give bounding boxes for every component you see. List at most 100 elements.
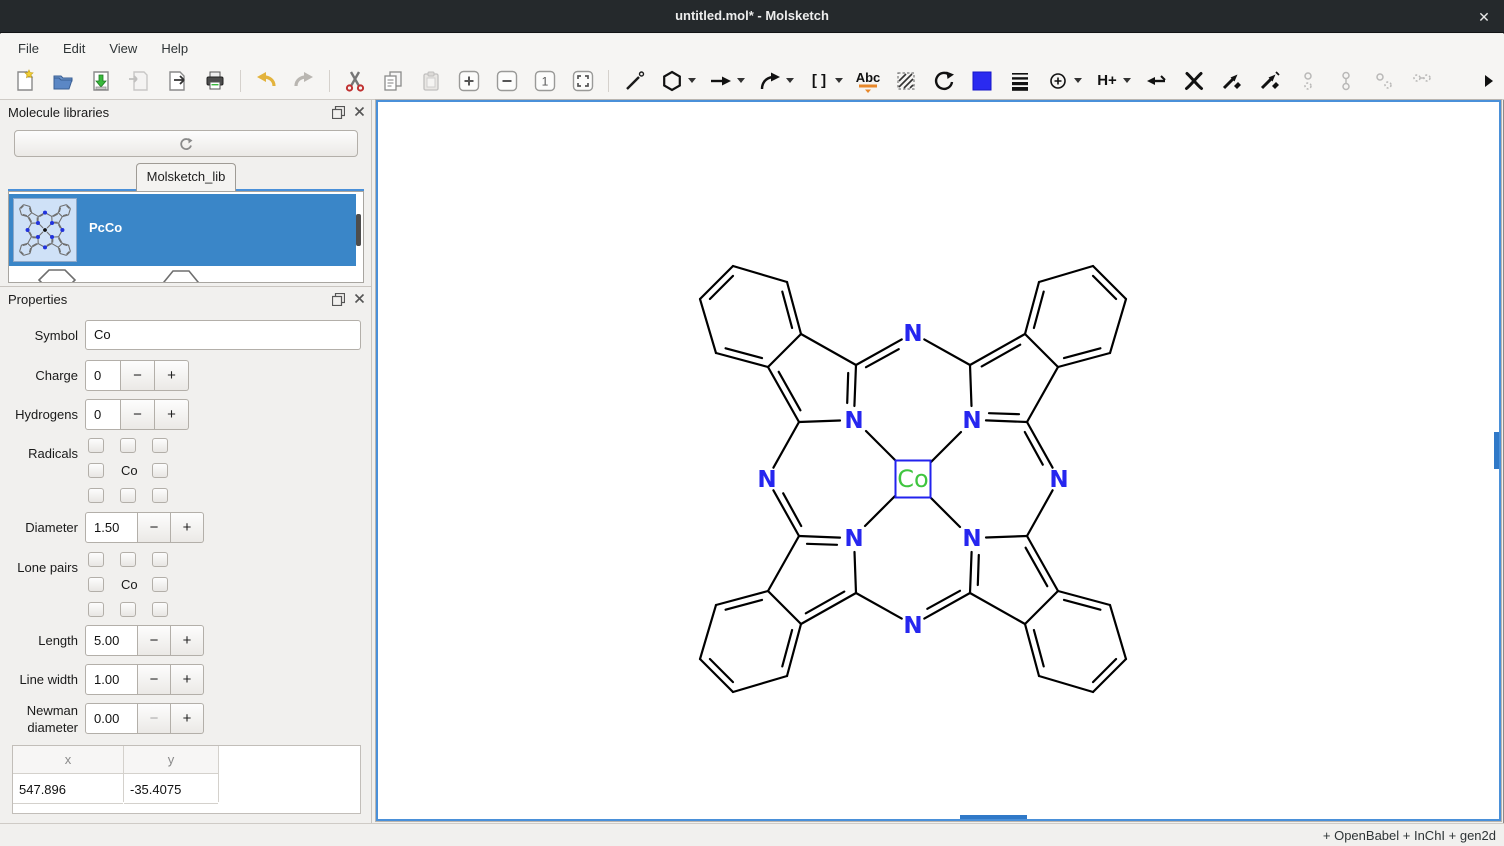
draw-bond-icon[interactable] [621, 68, 647, 94]
mechanism-arrow-combo[interactable] [757, 68, 794, 94]
cut-icon[interactable] [342, 68, 368, 94]
diameter-value[interactable]: 1.50 [85, 512, 138, 543]
close-panel-icon[interactable] [354, 106, 368, 120]
radical-checkbox[interactable] [152, 438, 168, 453]
hydrogen-icon[interactable]: H+ [1094, 68, 1120, 94]
newman-increment-button[interactable]: + [171, 703, 204, 734]
lone-pair-checkbox[interactable] [88, 552, 104, 567]
copy-icon[interactable] [380, 68, 406, 94]
hydrogens-decrement-button[interactable]: − [121, 399, 155, 430]
line-width-value[interactable]: 1.00 [85, 664, 138, 695]
align-tool-3-icon[interactable] [1371, 68, 1397, 94]
charge-combo[interactable] [1045, 68, 1082, 94]
delete-icon[interactable] [1181, 68, 1207, 94]
arrow-icon[interactable] [708, 68, 734, 94]
ring-icon[interactable] [659, 68, 685, 94]
refresh-libraries-button[interactable] [14, 130, 358, 157]
menu-help[interactable]: Help [151, 37, 198, 60]
coordinates-table[interactable]: x y 547.896 -35.4075 [12, 745, 361, 814]
nitrogen-atom-label[interactable]: N [962, 526, 981, 552]
nitrogen-atom-label[interactable]: N [1049, 467, 1068, 493]
nitrogen-atom-label[interactable]: N [844, 408, 863, 434]
export-icon[interactable] [164, 68, 190, 94]
charge-value[interactable]: 0 [85, 360, 121, 391]
diameter-increment-button[interactable]: + [171, 512, 204, 543]
radical-checkbox[interactable] [88, 438, 104, 453]
chevron-down-icon[interactable] [1074, 78, 1082, 83]
canvas-vertical-scrollbar[interactable] [1494, 432, 1499, 469]
draw-arrow-combo[interactable] [708, 68, 745, 94]
hydrogens-increment-button[interactable]: + [155, 399, 189, 430]
rotate-icon[interactable] [931, 68, 957, 94]
radical-checkbox[interactable] [152, 488, 168, 503]
charge-decrement-button[interactable]: − [121, 360, 155, 391]
lone-pair-checkbox[interactable] [88, 577, 104, 592]
zoom-in-icon[interactable] [456, 68, 482, 94]
hydrogen-combo[interactable]: H+ [1094, 68, 1131, 94]
drawing-canvas[interactable]: Co N N N N N N N N [376, 100, 1501, 821]
lone-pair-checkbox[interactable] [152, 552, 168, 567]
canvas-horizontal-scrollbar[interactable] [960, 815, 1027, 819]
bracket-combo[interactable]: [ ] [806, 68, 843, 94]
line-width-decrement-button[interactable]: − [138, 664, 171, 695]
print-icon[interactable] [202, 68, 228, 94]
coordinate-y-cell[interactable]: -35.4075 [124, 773, 218, 804]
charge-increment-button[interactable]: + [155, 360, 189, 391]
chevron-down-icon[interactable] [1123, 78, 1131, 83]
newman-decrement-button[interactable]: − [138, 703, 171, 734]
save-icon[interactable] [88, 68, 114, 94]
curved-arrow-icon[interactable] [757, 68, 783, 94]
bracket-icon[interactable]: [ ] [806, 68, 832, 94]
nitrogen-atom-label[interactable]: N [844, 526, 863, 552]
undo-icon[interactable] [253, 68, 279, 94]
draw-ring-combo[interactable] [659, 68, 696, 94]
float-panel-icon[interactable] [332, 106, 346, 120]
float-panel-icon[interactable] [332, 293, 346, 307]
selection-icon[interactable] [893, 68, 919, 94]
zoom-out-icon[interactable] [494, 68, 520, 94]
menu-file[interactable]: File [8, 37, 49, 60]
coordinate-x-cell[interactable]: 547.896 [13, 773, 123, 804]
color-picker-icon[interactable] [969, 68, 995, 94]
align-tool-1-icon[interactable] [1295, 68, 1321, 94]
text-tool-icon[interactable]: Abc [855, 68, 881, 94]
zoom-original-icon[interactable]: 1 [532, 68, 558, 94]
lone-pair-checkbox[interactable] [120, 602, 136, 617]
line-width-increment-button[interactable]: + [171, 664, 204, 695]
radical-checkbox[interactable] [88, 463, 104, 478]
close-icon[interactable]: ✕ [1474, 7, 1494, 27]
chevron-down-icon[interactable] [786, 78, 794, 83]
new-document-icon[interactable] [12, 68, 38, 94]
list-item-next-partial[interactable] [9, 266, 356, 283]
length-value[interactable]: 5.00 [85, 625, 138, 656]
newman-diameter-value[interactable]: 0.00 [85, 703, 138, 734]
redo-icon[interactable] [291, 68, 317, 94]
hydrogens-value[interactable]: 0 [85, 399, 121, 430]
list-item-pcco[interactable]: PcCo [9, 194, 356, 266]
nitrogen-atom-label[interactable]: N [903, 321, 922, 347]
menu-edit[interactable]: Edit [53, 37, 95, 60]
chevron-down-icon[interactable] [688, 78, 696, 83]
length-decrement-button[interactable]: − [138, 625, 171, 656]
align-tool-2-icon[interactable] [1333, 68, 1359, 94]
tab-molsketch-lib[interactable]: Molsketch_lib [136, 163, 236, 191]
length-increment-button[interactable]: + [171, 625, 204, 656]
pcco-molecule[interactable]: Co N N N N N N N N [673, 239, 1153, 719]
lone-pair-checkbox[interactable] [88, 602, 104, 617]
radical-checkbox[interactable] [120, 488, 136, 503]
nitrogen-atom-label[interactable]: N [757, 467, 776, 493]
cobalt-atom-label[interactable]: Co [897, 465, 928, 493]
library-list[interactable]: PcCo [8, 191, 364, 283]
lone-pair-checkbox[interactable] [152, 577, 168, 592]
charge-icon[interactable] [1045, 68, 1071, 94]
chevron-down-icon[interactable] [737, 78, 745, 83]
nitrogen-atom-label[interactable]: N [903, 613, 922, 639]
zoom-fit-icon[interactable] [570, 68, 596, 94]
close-panel-icon[interactable] [354, 293, 368, 307]
import-icon[interactable] [126, 68, 152, 94]
remove-hydrogen-icon[interactable] [1143, 68, 1169, 94]
mechanism-tool-2-icon[interactable] [1257, 68, 1283, 94]
diameter-decrement-button[interactable]: − [138, 512, 171, 543]
lone-pair-checkbox[interactable] [152, 602, 168, 617]
menu-view[interactable]: View [99, 37, 147, 60]
